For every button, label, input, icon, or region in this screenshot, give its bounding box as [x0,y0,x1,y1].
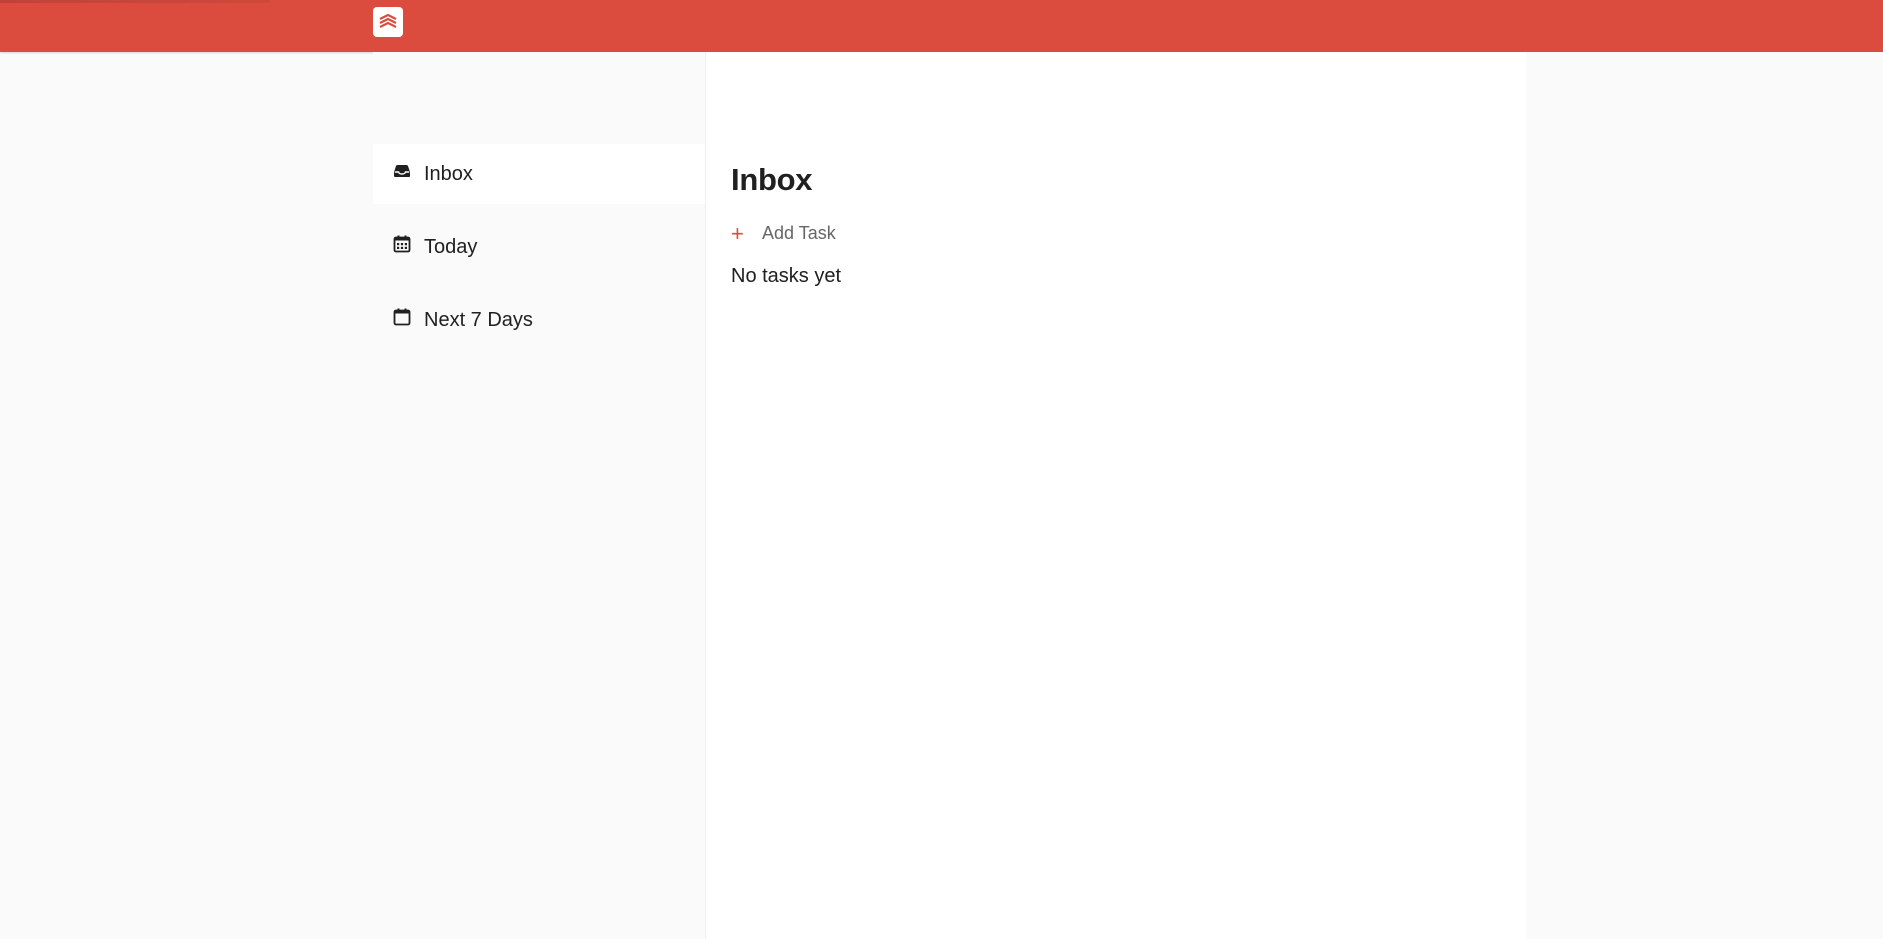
sidebar-item-label: Next 7 Days [424,308,533,331]
sidebar-nav: Inbox Today Next 7 Days [373,144,705,363]
sidebar-item-today[interactable]: Today [373,217,705,277]
sidebar-item-inbox[interactable]: Inbox [373,144,705,204]
top-bar-shadow [0,0,270,3]
sidebar-item-next-7-days[interactable]: Next 7 Days [373,290,705,350]
sidebar-item-label: Today [424,235,478,258]
right-margin [1526,52,1883,939]
empty-state-text: No tasks yet [731,265,842,287]
inbox-icon [391,160,413,182]
add-task-label: Add Task [762,223,836,243]
main-content: Inbox + Add Task No tasks yet [705,52,1526,939]
calendar-day-icon [391,233,413,255]
add-task-button[interactable]: + Add Task [731,220,836,246]
page-title: Inbox [731,162,813,197]
calendar-week-icon [391,306,413,328]
sidebar-item-label: Inbox [424,162,473,185]
plus-icon: + [731,220,744,246]
top-bar [0,0,1883,52]
sidebar: Inbox Today Next 7 Days [373,52,705,939]
todoist-logo-icon[interactable] [373,7,403,37]
